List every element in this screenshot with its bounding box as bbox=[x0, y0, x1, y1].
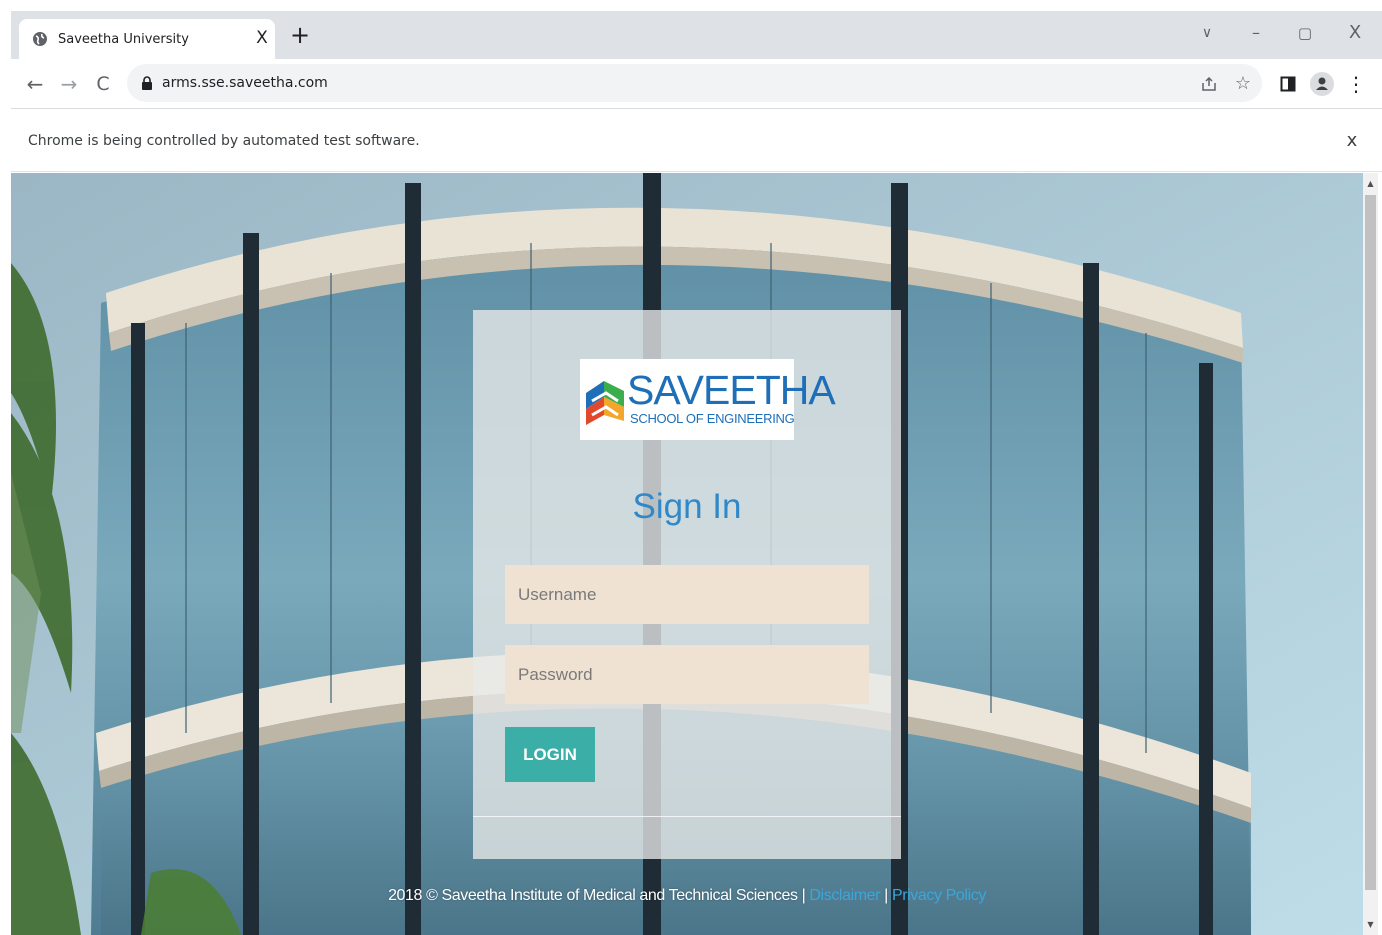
lock-icon bbox=[142, 76, 152, 90]
tab-title: Saveetha University bbox=[58, 32, 189, 47]
copyright-text: 2018 © Saveetha Institute of Medical and… bbox=[388, 887, 810, 904]
profile-icon[interactable] bbox=[1309, 71, 1335, 97]
privacy-policy-link[interactable]: Privacy Policy bbox=[892, 887, 986, 904]
automation-infobar: Chrome is being controlled by automated … bbox=[11, 110, 1382, 172]
minimize-button[interactable]: – bbox=[1244, 21, 1268, 45]
infobar-close-icon[interactable]: x bbox=[1341, 130, 1363, 152]
tab-saveetha[interactable]: Saveetha University X bbox=[19, 19, 275, 59]
menu-icon[interactable]: ⋮ bbox=[1343, 71, 1369, 97]
scrollbar-thumb[interactable] bbox=[1365, 195, 1376, 890]
disclaimer-link[interactable]: Disclaimer bbox=[809, 887, 880, 904]
url-text: arms.sse.saveetha.com bbox=[162, 75, 328, 91]
login-button[interactable]: LOGIN bbox=[505, 727, 595, 782]
sign-in-heading: Sign In bbox=[632, 487, 742, 526]
page-viewport: SAVEETHA SCHOOL OF ENGINEERING Sign In L… bbox=[11, 173, 1363, 935]
footer-separator: | bbox=[880, 887, 892, 904]
logo-subtitle: SCHOOL OF ENGINEERING bbox=[630, 411, 795, 426]
scroll-down-arrow-icon[interactable]: ▼ bbox=[1363, 917, 1378, 933]
page-footer: 2018 © Saveetha Institute of Medical and… bbox=[11, 887, 1363, 905]
tab-search-icon[interactable]: ∨ bbox=[1195, 21, 1219, 45]
saveetha-logo-mark-icon bbox=[586, 381, 624, 425]
page-scrollbar[interactable]: ▲ ▼ bbox=[1363, 173, 1378, 935]
new-tab-button[interactable]: + bbox=[289, 23, 311, 47]
bookmark-star-icon[interactable]: ☆ bbox=[1232, 73, 1254, 95]
reload-button[interactable]: C bbox=[90, 71, 116, 97]
close-window-button[interactable]: X bbox=[1343, 21, 1367, 45]
side-panel-icon[interactable] bbox=[1275, 71, 1301, 97]
share-icon[interactable] bbox=[1198, 73, 1220, 95]
scroll-up-arrow-icon[interactable]: ▲ bbox=[1363, 176, 1378, 192]
tab-close-icon[interactable]: X bbox=[253, 28, 271, 48]
username-input[interactable] bbox=[505, 565, 869, 624]
address-bar[interactable]: arms.sse.saveetha.com ☆ bbox=[127, 64, 1262, 102]
logo-wordmark: SAVEETHA bbox=[627, 367, 836, 413]
globe-icon bbox=[33, 32, 47, 46]
back-button[interactable]: ← bbox=[22, 71, 48, 97]
forward-button[interactable]: → bbox=[56, 71, 82, 97]
card-divider bbox=[473, 816, 901, 817]
tab-strip: Saveetha University X + ∨ – ▢ X bbox=[11, 11, 1382, 59]
browser-toolbar: ← → C arms.sse.saveetha.com ☆ ⋮ bbox=[11, 59, 1382, 109]
saveetha-logo: SAVEETHA SCHOOL OF ENGINEERING bbox=[580, 359, 836, 440]
restore-button[interactable]: ▢ bbox=[1293, 21, 1317, 45]
browser-window: Saveetha University X + ∨ – ▢ X ← → C ar… bbox=[0, 0, 1382, 935]
login-card: SAVEETHA SCHOOL OF ENGINEERING Sign In L… bbox=[473, 310, 901, 859]
infobar-message: Chrome is being controlled by automated … bbox=[28, 133, 420, 149]
password-input[interactable] bbox=[505, 645, 869, 704]
